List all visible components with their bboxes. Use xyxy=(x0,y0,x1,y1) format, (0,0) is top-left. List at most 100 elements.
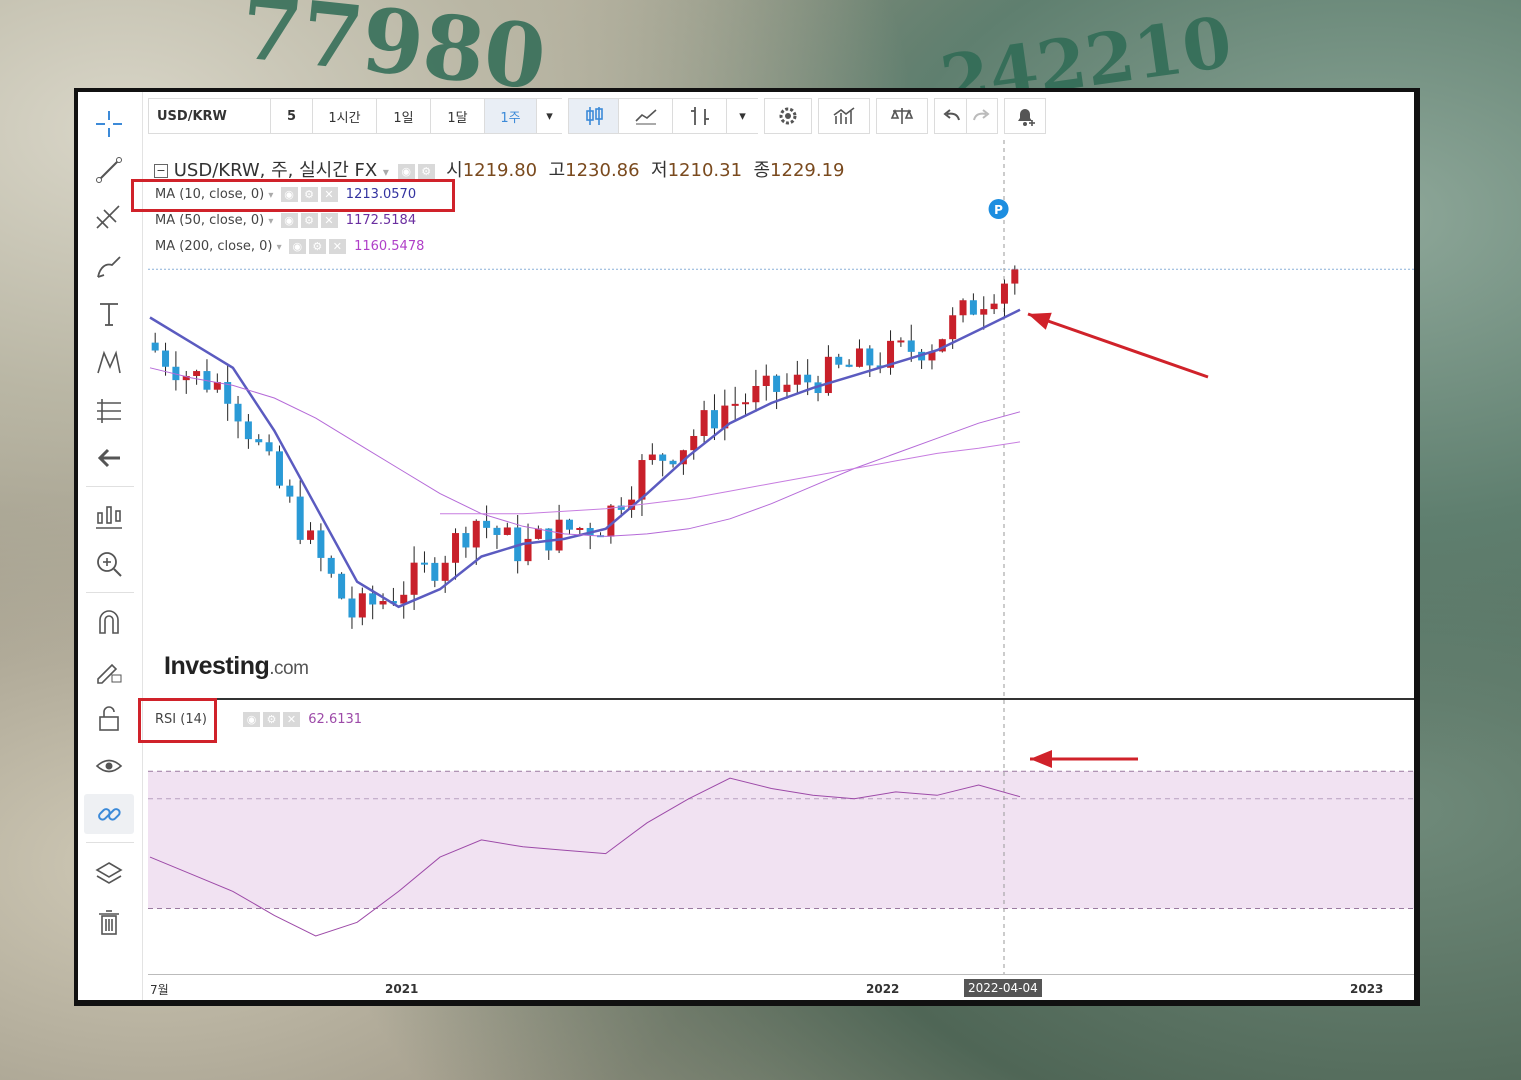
candle-down xyxy=(969,300,977,315)
candle-down xyxy=(244,421,252,440)
candle-down xyxy=(804,374,812,383)
candle-down xyxy=(659,454,667,461)
candle-up xyxy=(700,410,708,436)
candle-up xyxy=(379,601,387,605)
legend-dropdown-icon[interactable]: ▾ xyxy=(383,165,389,179)
open-value: 1219.80 xyxy=(462,160,538,181)
candle-up xyxy=(193,371,201,376)
ma10-highlight-box xyxy=(131,179,455,212)
candle-down xyxy=(565,519,573,530)
rsi-highlight-box xyxy=(138,698,217,743)
chart-panel: USD/KRW 5 1시간 1일 1달 1주 ▾ ▾ P − USD/KRW, … xyxy=(78,92,1414,1000)
candle-up xyxy=(648,454,656,461)
candle-up xyxy=(1000,283,1008,304)
p-marker-label: P xyxy=(994,203,1003,217)
low-value: 1210.31 xyxy=(667,160,743,181)
ma200-eye-icon[interactable]: ◉ xyxy=(288,239,306,254)
rsi-band xyxy=(148,771,1414,909)
candle-up xyxy=(949,315,957,340)
candle-down xyxy=(669,460,677,465)
candle-down xyxy=(907,340,915,352)
candle-down xyxy=(835,356,843,365)
candle-up xyxy=(503,527,511,535)
rsi-eye-icon[interactable]: ◉ xyxy=(243,712,260,727)
pane-separator xyxy=(148,698,1414,700)
low-label: 저 xyxy=(651,160,668,181)
candle-down xyxy=(151,342,159,351)
candle-down xyxy=(773,375,781,392)
x-tick-crosshair-date: 2022-04-04 xyxy=(964,979,1042,997)
candle-up xyxy=(472,520,480,548)
candle-up xyxy=(410,562,418,595)
candle-down xyxy=(369,593,377,605)
candle-up xyxy=(990,303,998,310)
candle-down xyxy=(866,348,874,366)
price-chart[interactable]: P xyxy=(78,92,1414,1000)
close-value: 1229.19 xyxy=(770,160,845,181)
ma200-settings-icon[interactable]: ⚙ xyxy=(308,239,326,254)
candle-down xyxy=(234,403,242,422)
rsi-close-icon[interactable]: ✕ xyxy=(283,712,300,727)
collapse-icon[interactable]: − xyxy=(154,164,168,178)
candle-up xyxy=(441,562,449,581)
candle-up xyxy=(959,300,967,316)
candle-up xyxy=(752,385,760,403)
candle-up xyxy=(783,384,791,392)
candle-down xyxy=(462,533,470,548)
x-tick-2023: 2023 xyxy=(1350,982,1384,996)
high-label: 고 xyxy=(548,160,566,181)
watermark-suffix: .com xyxy=(269,658,309,679)
open-label: 시 xyxy=(446,160,463,181)
candle-down xyxy=(420,562,428,565)
candle-down xyxy=(327,557,335,574)
candle-up xyxy=(897,340,905,343)
price-arrow-head xyxy=(1028,312,1052,330)
ma200-label: MA (200, close, 0) xyxy=(155,239,273,254)
x-tick-2021: 2021 xyxy=(385,982,419,996)
ma50-eye-icon[interactable]: ◉ xyxy=(280,213,298,228)
candle-up xyxy=(793,374,801,385)
candle-down xyxy=(275,451,283,486)
legend-title: USD/KRW, 주, 실시간 FX xyxy=(173,160,378,181)
candle-down xyxy=(338,573,346,599)
ma50-legend: MA (50, close, 0) ▾ ◉ ⚙ ✕ 1172.5184 xyxy=(155,213,417,228)
candle-down xyxy=(317,530,325,558)
eye-toggle-icon[interactable]: ◉ xyxy=(397,163,415,179)
high-value: 1230.86 xyxy=(565,160,640,181)
candle-down xyxy=(162,350,170,367)
ma50-value: 1172.5184 xyxy=(345,213,417,228)
candle-down xyxy=(493,527,501,535)
ma200-close-icon[interactable]: ✕ xyxy=(328,239,346,254)
ma200-legend: MA (200, close, 0) ▾ ◉ ⚙ ✕ 1160.5478 xyxy=(155,239,425,254)
ma50-close-icon[interactable]: ✕ xyxy=(320,213,338,228)
chart-frame: USD/KRW 5 1시간 1일 1달 1주 ▾ ▾ P − USD/KRW, … xyxy=(74,88,1420,1006)
rsi-value: 62.6131 xyxy=(308,712,363,727)
candle-up xyxy=(358,593,366,618)
candle-up xyxy=(731,403,739,406)
candle-up xyxy=(690,435,698,451)
candle-up xyxy=(980,309,988,315)
candle-down xyxy=(255,439,263,443)
candle-up xyxy=(1011,269,1019,284)
ma200-line xyxy=(440,441,1021,515)
candle-down xyxy=(710,410,718,429)
candle-up xyxy=(638,460,646,500)
candle-down xyxy=(845,364,853,367)
investing-watermark: Investing.com xyxy=(164,652,309,681)
candle-up xyxy=(824,356,832,394)
candle-up xyxy=(576,527,584,530)
candle-up xyxy=(452,533,460,563)
candle-up xyxy=(742,402,750,405)
x-tick-2022: 2022 xyxy=(866,982,900,996)
ma200-value: 1160.5478 xyxy=(354,239,425,254)
candle-down xyxy=(265,442,273,452)
candle-up xyxy=(855,348,863,367)
candle-down xyxy=(286,485,294,497)
ma50-label: MA (50, close, 0) xyxy=(155,213,265,228)
settings-icon[interactable]: ⚙ xyxy=(417,163,435,179)
ma50-settings-icon[interactable]: ⚙ xyxy=(300,213,318,228)
candle-down xyxy=(483,520,491,528)
price-arrow xyxy=(1027,312,1209,379)
rsi-settings-icon[interactable]: ⚙ xyxy=(263,712,280,727)
candle-up xyxy=(762,375,770,386)
